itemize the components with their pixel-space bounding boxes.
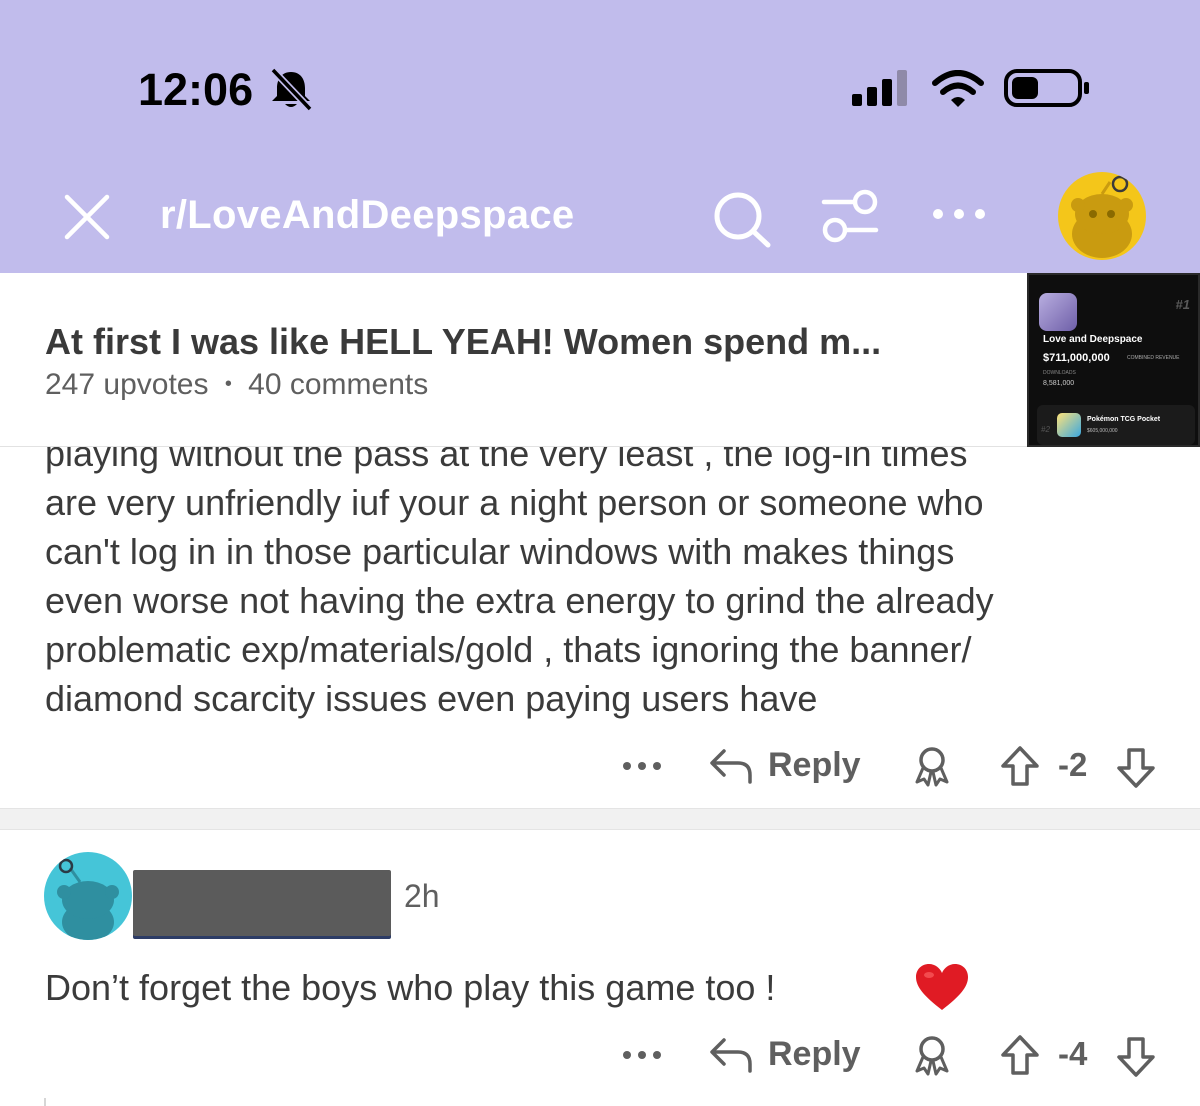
comment-body: Don’t forget the boys who play this game… [45, 967, 776, 1008]
battery-icon [1004, 69, 1089, 107]
subreddit-header: 12:06 r/LoveAndDeepspace [0, 0, 1200, 273]
comment-line: are very unfriendly iuf your a night per… [45, 482, 984, 523]
comment-line: problematic exp/materials/gold , thats i… [45, 629, 972, 670]
comment-timestamp: 2h [404, 878, 440, 914]
game-name: Pokémon TCG Pocket [1087, 416, 1161, 423]
rank-label: #1 [1175, 297, 1190, 312]
filter-icon[interactable] [820, 188, 880, 244]
subreddit-name[interactable]: r/LoveAndDeepspace [160, 193, 574, 238]
game-thumbnail [1057, 413, 1081, 437]
status-time: 12:06 [138, 64, 254, 115]
avatar[interactable] [1058, 172, 1146, 260]
comment-action-bar: Reply -2 [620, 742, 1160, 792]
reply-button[interactable]: Reply [768, 746, 861, 785]
upvote-icon[interactable] [998, 1033, 1042, 1077]
reply-icon[interactable] [708, 745, 754, 785]
close-icon[interactable] [62, 192, 112, 242]
award-icon[interactable] [910, 744, 954, 788]
post-meta: 247 upvotes • 40 comments [45, 368, 428, 402]
rank-label: #2 [1041, 425, 1050, 434]
vote-score: -2 [1058, 746, 1088, 783]
heart-icon [916, 964, 968, 1010]
more-icon[interactable] [930, 202, 988, 226]
comment-line: even worse not having the extra energy t… [45, 580, 994, 621]
revenue-ranking-image: #1 Love and Deepspace $711,000,000 COMBI… [1027, 273, 1200, 447]
award-icon[interactable] [910, 1033, 954, 1077]
downvote-icon[interactable] [1114, 746, 1158, 790]
cellular-signal-icon [852, 70, 907, 106]
post-header[interactable]: At first I was like HELL YEAH! Women spe… [0, 273, 1200, 447]
upvote-icon[interactable] [998, 744, 1042, 788]
comment-line: can't log in in those particular windows… [45, 531, 955, 572]
rank-2-card: #2 Pokémon TCG Pocket $605,000,000 [1037, 405, 1195, 445]
comment-count: 40 comments [248, 368, 429, 401]
downvote-icon[interactable] [1114, 1035, 1158, 1079]
downloads-value: 8,581,000 [1043, 380, 1075, 387]
snoo-avatar-icon [1071, 175, 1133, 258]
comment-line: diamond scarcity issues even paying user… [45, 678, 818, 719]
redacted-username [133, 870, 391, 936]
wifi-icon [932, 70, 984, 107]
vote-score: -4 [1058, 1035, 1088, 1072]
meta-separator: • [224, 373, 232, 395]
upvote-count: 247 upvotes [45, 368, 209, 401]
comment-action-bar: Reply -4 [620, 1031, 1160, 1081]
more-icon[interactable] [620, 1045, 664, 1065]
snoo-avatar-icon [57, 858, 119, 940]
game-name: Love and Deepspace [1043, 334, 1143, 345]
more-icon[interactable] [620, 756, 664, 776]
reply-button[interactable]: Reply [768, 1035, 861, 1074]
game-thumbnail [1039, 293, 1077, 331]
post-title[interactable]: At first I was like HELL YEAH! Women spe… [45, 321, 881, 363]
commenter-avatar[interactable] [44, 852, 132, 940]
reply-icon[interactable] [708, 1034, 754, 1074]
search-icon[interactable] [712, 190, 774, 248]
comment-body: playing without the pass at the very lea… [45, 429, 994, 723]
game-revenue: $605,000,000 [1087, 428, 1118, 434]
revenue-label: COMBINED REVENUE [1127, 355, 1180, 361]
bell-slash-icon [270, 67, 313, 111]
downloads-label: DOWNLOADS [1043, 370, 1076, 376]
thread-line [44, 1098, 46, 1106]
game-revenue: $711,000,000 [1043, 352, 1110, 364]
comment-divider [0, 808, 1200, 830]
